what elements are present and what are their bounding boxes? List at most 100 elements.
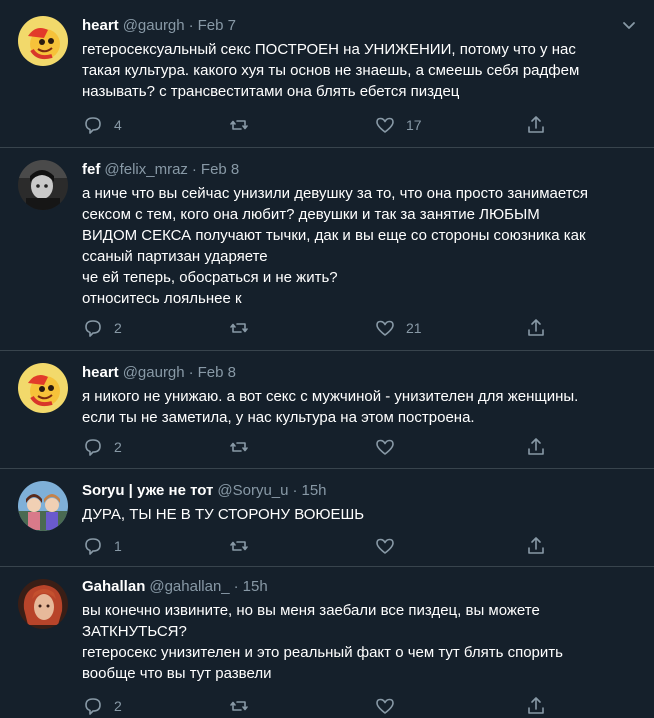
user-handle[interactable]: @gaurgh [123, 364, 185, 381]
tweet-text-line: сексом с тем, кого она любит? девушки и … [82, 206, 540, 223]
tweet-text-line: ДУРА, ТЫ НЕ В ТУ СТОРОНУ ВОЮЕШЬ [82, 506, 365, 523]
tweet-text-line: вы конечно извините, но вы меня заебали … [82, 602, 540, 619]
user-handle[interactable]: @Soryu_u [217, 482, 288, 499]
heart-icon [376, 117, 394, 133]
display-name[interactable]: fef [82, 161, 100, 178]
user-handle[interactable]: @gahallan_ [149, 578, 229, 595]
tweet-text-line: че ей теперь, обосраться и не жить? [82, 269, 338, 286]
reply-button[interactable]: 4 [82, 113, 122, 137]
reply-button[interactable]: 2 [82, 694, 122, 718]
tweet-header: heart @gaurgh · Feb 7 [82, 16, 236, 36]
separator-dot: · [188, 17, 194, 34]
tweet-actions: 1 [82, 534, 562, 558]
retweet-icon [230, 701, 248, 711]
reply-icon [85, 439, 101, 456]
reply-button[interactable]: 2 [82, 435, 122, 459]
reply-count: 2 [114, 698, 122, 714]
tweet[interactable]: fef @felix_mraz · Feb 8 а ниче что вы сейча… [0, 148, 654, 351]
tweet-date[interactable]: 15h [301, 482, 326, 499]
share-button[interactable] [525, 694, 547, 718]
retweet-icon [230, 541, 248, 551]
tweet-text-line: гетеросекс унизителен и это реальный фак… [82, 644, 563, 661]
tweet[interactable]: heart @gaurgh · Feb 7 гетеросексуальный сек… [0, 0, 654, 148]
tweet-text-line: если ты не заметила, у нас культура на э… [82, 409, 475, 426]
tweet-header: Gahallan @gahallan_ · 15h [82, 577, 268, 597]
cartoon-face-avatar[interactable] [18, 16, 68, 66]
share-icon [528, 319, 544, 336]
tweet-text: ДУРА, ТЫ НЕ В ТУ СТОРОНУ ВОЮЕШЬ [82, 504, 642, 525]
tweet-text: а ниче что вы сейчас унизили девушку за … [82, 183, 642, 309]
separator-dot: · [233, 578, 239, 595]
reply-icon [85, 698, 101, 715]
tweet-date[interactable]: Feb 8 [201, 161, 239, 178]
tweet-header: fef @felix_mraz · Feb 8 [82, 160, 239, 180]
retweet-button[interactable] [228, 113, 260, 137]
tweet-text-line: гетеросексуальный секс ПОСТРОЕН на УНИЖЕ… [82, 41, 576, 58]
share-icon [528, 438, 544, 455]
heart-icon [376, 698, 394, 714]
reply-button[interactable]: 1 [82, 534, 122, 558]
separator-dot: · [292, 482, 298, 499]
tweet[interactable]: heart @gaurgh · Feb 8 я никого не унижаю. а… [0, 351, 654, 469]
anime-characters-avatar[interactable] [18, 481, 68, 531]
reply-icon [85, 320, 101, 337]
separator-dot: · [191, 161, 197, 178]
share-button[interactable] [525, 316, 547, 340]
share-icon [528, 116, 544, 133]
retweet-button[interactable] [228, 316, 260, 340]
reply-count: 2 [114, 320, 122, 336]
share-button[interactable] [525, 534, 547, 558]
tweet-date[interactable]: Feb 8 [198, 364, 236, 381]
tweet-text: я никого не унижаю. а вот секс с мужчино… [82, 386, 642, 428]
tweet-text-line: я никого не унижаю. а вот секс с мужчино… [82, 388, 579, 405]
reply-count: 2 [114, 439, 122, 455]
retweet-icon [230, 442, 248, 452]
tweet-text-line: ЗАТКНУТЬСЯ? [82, 623, 187, 640]
tweet-text-line: называть? с трансвеститами она блять ебе… [82, 83, 460, 100]
like-count: 17 [406, 117, 422, 133]
tweet-header: heart @gaurgh · Feb 8 [82, 363, 236, 383]
tweet-text-line: ВИДОМ СЕКСА получают тычки, дак и вы еще… [82, 227, 586, 244]
like-button[interactable]: 17 [374, 113, 422, 137]
reply-count: 1 [114, 538, 122, 554]
share-button[interactable] [525, 113, 547, 137]
display-name[interactable]: heart [82, 17, 119, 34]
heart-icon [376, 320, 394, 336]
chevron-down-icon[interactable] [618, 14, 640, 36]
tweet-text: вы конечно извините, но вы меня заебали … [82, 600, 642, 684]
heart-icon [376, 538, 394, 554]
user-handle[interactable]: @gaurgh [123, 17, 185, 34]
like-button[interactable]: 21 [374, 316, 422, 340]
tweet-text: гетеросексуальный секс ПОСТРОЕН на УНИЖЕ… [82, 39, 642, 102]
reply-icon [85, 538, 101, 555]
display-name[interactable]: Gahallan [82, 578, 145, 595]
like-count: 21 [406, 320, 422, 336]
dark-photo-avatar[interactable] [18, 160, 68, 210]
cartoon-face-avatar[interactable] [18, 363, 68, 413]
tweet-date[interactable]: Feb 7 [198, 17, 236, 34]
display-name[interactable]: heart [82, 364, 119, 381]
share-icon [528, 697, 544, 714]
like-button[interactable] [374, 694, 406, 718]
tweet-actions: 4 17 [82, 113, 562, 137]
tweet-text-line: вообще что вы тут развели [82, 665, 272, 682]
retweet-button[interactable] [228, 694, 260, 718]
user-handle[interactable]: @felix_mraz [104, 161, 188, 178]
tweet[interactable]: Gahallan @gahallan_ · 15h вы конечно извини… [0, 567, 654, 718]
retweet-button[interactable] [228, 435, 260, 459]
tweet-text-line: ссаный партизан ударяете [82, 248, 268, 265]
like-button[interactable] [374, 534, 406, 558]
reply-button[interactable]: 2 [82, 316, 122, 340]
share-button[interactable] [525, 435, 547, 459]
tweet-text-line: такая культура. какого хуя ты основ не з… [82, 62, 580, 79]
share-icon [528, 537, 544, 554]
red-hair-portrait-avatar[interactable] [18, 579, 68, 629]
separator-dot: · [188, 364, 194, 381]
tweet[interactable]: Soryu | уже не тот @Soryu_u · 15h ДУРА, ТЫ … [0, 469, 654, 567]
retweet-button[interactable] [228, 534, 260, 558]
display-name[interactable]: Soryu | уже не тот [82, 482, 213, 499]
like-button[interactable] [374, 435, 406, 459]
tweet-actions: 2 [82, 435, 562, 459]
tweet-date[interactable]: 15h [243, 578, 268, 595]
tweet-text-line: относитесь лояльнее к [82, 290, 242, 307]
